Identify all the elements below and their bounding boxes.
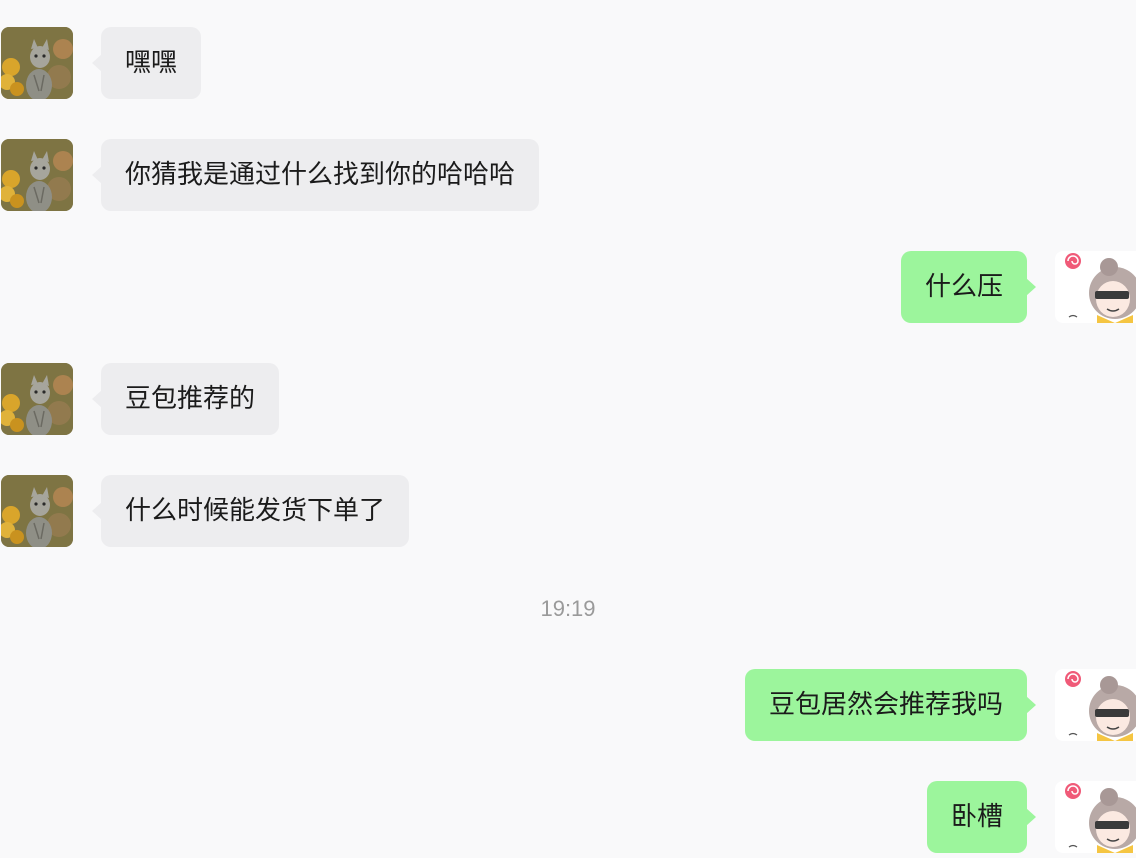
anime-girl-avatar[interactable] <box>1055 251 1136 323</box>
incoming-message-bubble[interactable]: 你猜我是通过什么找到你的哈哈哈 <box>91 139 540 211</box>
message-row: 豆包推荐的 <box>0 363 1136 435</box>
incoming-message-bubble[interactable]: 什么时候能发货下单了 <box>91 475 410 547</box>
anime-girl-avatar[interactable] <box>1055 669 1136 741</box>
message-row: 你猜我是通过什么找到你的哈哈哈 <box>0 139 1136 211</box>
message-row: 卧槽 <box>0 781 1136 853</box>
message-row: 什么压 <box>0 251 1136 323</box>
outgoing-message-bubble[interactable]: 什么压 <box>900 251 1037 323</box>
cat-avatar[interactable] <box>1 27 73 99</box>
cat-avatar[interactable] <box>1 475 73 547</box>
outgoing-message-bubble[interactable]: 豆包居然会推荐我吗 <box>744 669 1037 741</box>
anime-girl-avatar[interactable] <box>1055 781 1136 853</box>
message-row: 嘿嘿 <box>0 27 1136 99</box>
incoming-message-bubble[interactable]: 嘿嘿 <box>91 27 202 99</box>
outgoing-message-bubble[interactable]: 卧槽 <box>926 781 1037 853</box>
cat-avatar[interactable] <box>1 363 73 435</box>
cat-avatar[interactable] <box>1 139 73 211</box>
message-row: 什么时候能发货下单了 <box>0 475 1136 547</box>
incoming-message-bubble[interactable]: 豆包推荐的 <box>91 363 280 435</box>
message-timestamp: 19:19 <box>540 596 596 621</box>
message-row: 豆包居然会推荐我吗 <box>0 669 1136 741</box>
